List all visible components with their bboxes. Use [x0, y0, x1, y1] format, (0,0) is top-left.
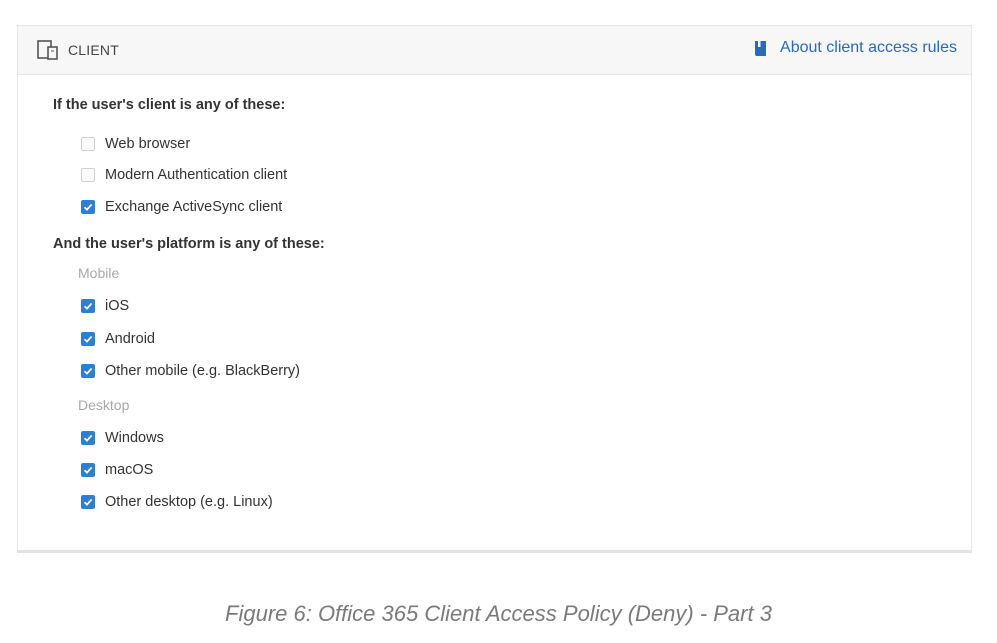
- panel-header: CLIENT About client access rules: [18, 26, 971, 75]
- checkbox-checked[interactable]: [81, 431, 95, 445]
- checkbox-checked[interactable]: [81, 463, 95, 477]
- option-label: Modern Authentication client: [105, 167, 288, 183]
- checkmark-icon: [83, 203, 93, 211]
- checkmark-icon: [83, 498, 93, 506]
- option-other-mobile[interactable]: Other mobile (e.g. BlackBerry): [81, 363, 300, 379]
- option-label: Android: [105, 331, 155, 347]
- client-panel: CLIENT About client access rules If the …: [17, 25, 972, 553]
- checkmark-icon: [83, 335, 93, 343]
- checkbox-checked[interactable]: [81, 364, 95, 378]
- option-label: Other desktop (e.g. Linux): [105, 494, 273, 510]
- option-android[interactable]: Android: [81, 331, 155, 347]
- option-label: Web browser: [105, 136, 191, 152]
- checkmark-icon: [83, 302, 93, 310]
- checkbox-checked[interactable]: [81, 332, 95, 346]
- about-link-label: About client access rules: [780, 39, 957, 56]
- panel-title: CLIENT: [68, 42, 119, 58]
- checkmark-icon: [83, 367, 93, 375]
- option-web-browser[interactable]: Web browser: [81, 136, 190, 152]
- option-label: iOS: [105, 298, 130, 314]
- option-label: Windows: [105, 430, 164, 446]
- option-ios[interactable]: iOS: [81, 298, 129, 314]
- figure-caption: Figure 6: Office 365 Client Access Polic…: [225, 601, 772, 626]
- platform-section-title: And the user's platform is any of these:: [53, 236, 325, 252]
- option-label: macOS: [105, 462, 154, 478]
- option-windows[interactable]: Windows: [81, 430, 164, 446]
- group-label-desktop: Desktop: [78, 397, 130, 413]
- checkbox[interactable]: [81, 168, 95, 182]
- checkmark-icon: [83, 466, 93, 474]
- option-other-desktop[interactable]: Other desktop (e.g. Linux): [81, 494, 273, 510]
- option-macos[interactable]: macOS: [81, 462, 153, 478]
- checkbox-checked[interactable]: [81, 200, 95, 214]
- client-section-title: If the user's client is any of these:: [53, 97, 286, 113]
- about-client-access-rules-link[interactable]: About client access rules: [754, 39, 957, 57]
- option-label: Exchange ActiveSync client: [105, 199, 283, 215]
- checkmark-icon: [83, 434, 93, 442]
- option-exchange-activesync-client[interactable]: Exchange ActiveSync client: [81, 199, 282, 215]
- checkbox-checked[interactable]: [81, 299, 95, 313]
- checkbox-checked[interactable]: [81, 495, 95, 509]
- option-label: Other mobile (e.g. BlackBerry): [105, 363, 301, 379]
- checkbox[interactable]: [81, 137, 95, 151]
- device-icon: [37, 40, 58, 60]
- book-icon: [755, 40, 767, 56]
- option-modern-authentication-client[interactable]: Modern Authentication client: [81, 167, 287, 183]
- group-label-mobile: Mobile: [78, 265, 120, 281]
